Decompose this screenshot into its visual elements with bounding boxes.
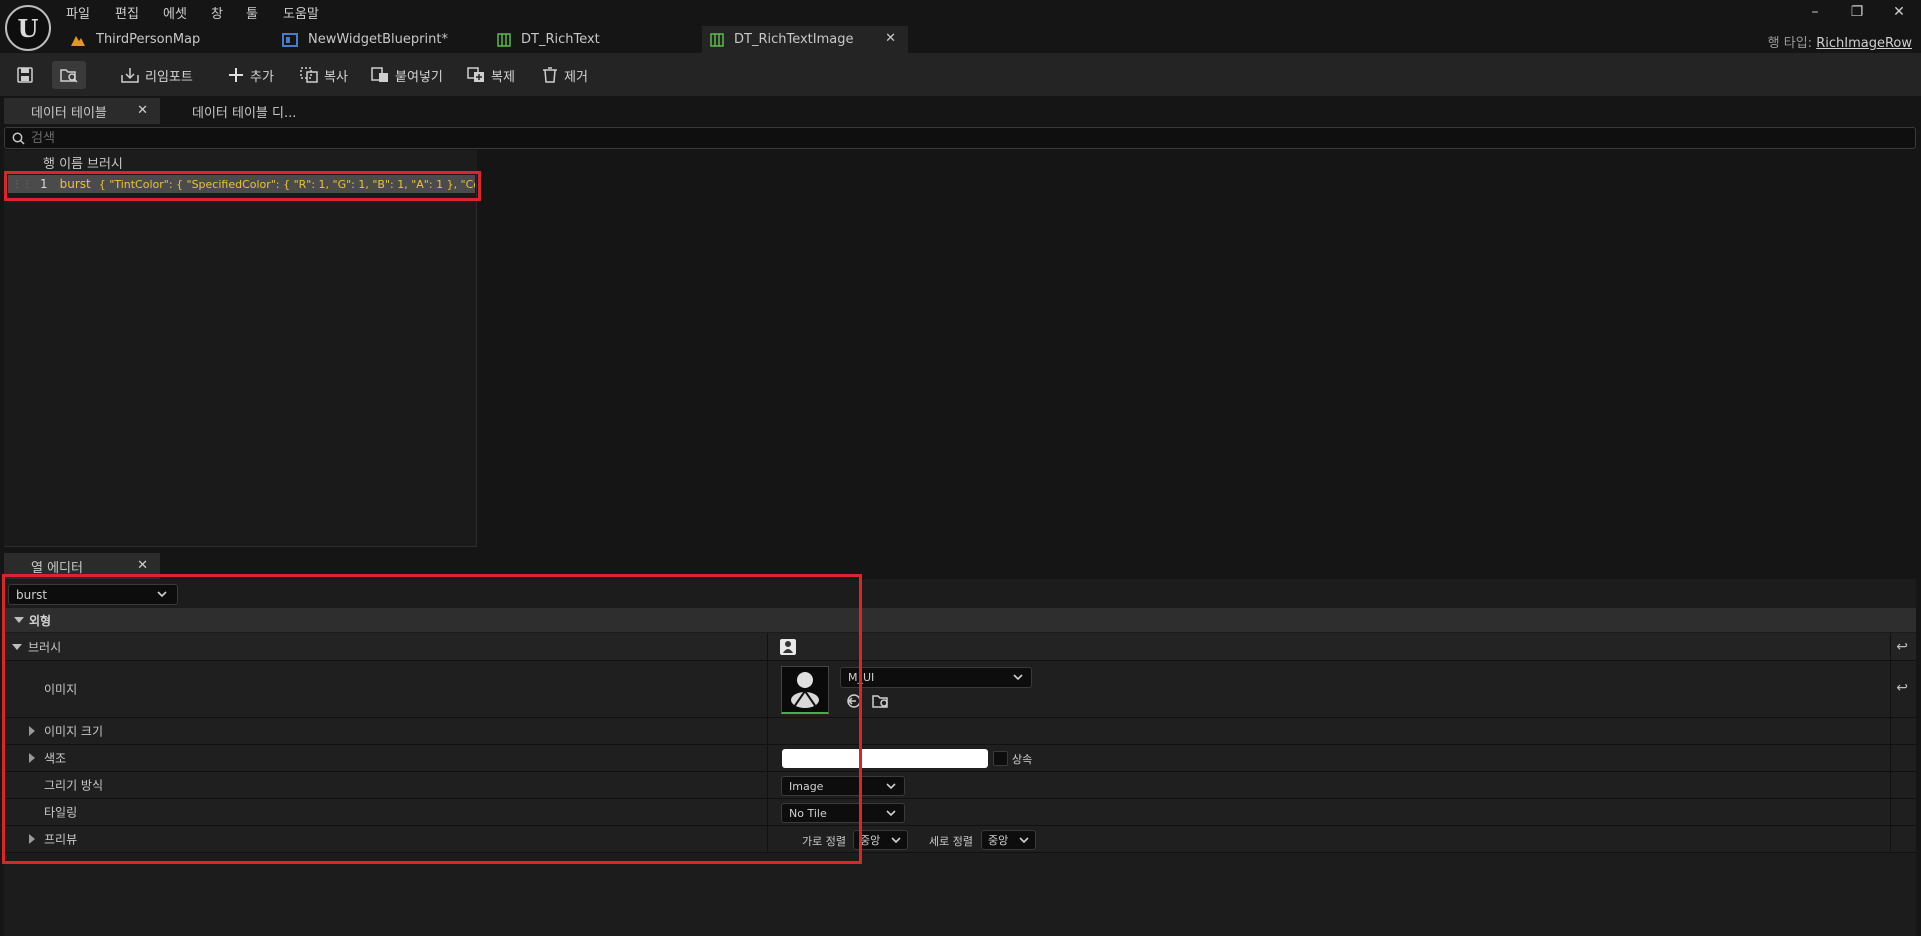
save-icon[interactable]	[8, 61, 42, 89]
reset-to-default-icon[interactable]: ↩	[1896, 639, 1908, 655]
data-table-grid	[4, 150, 477, 547]
row-type-label: 행 타입:	[1767, 36, 1813, 51]
plus-icon	[228, 67, 244, 83]
tab-label: 열 에디터	[31, 560, 83, 576]
minimize-icon[interactable]: –	[1802, 2, 1828, 22]
doc-tab-label: NewWidgetBlueprint*	[308, 32, 448, 47]
copy-button[interactable]: 복사	[300, 62, 348, 88]
data-table-icon	[497, 32, 511, 47]
close-window-icon[interactable]: ✕	[1886, 2, 1912, 22]
v-align-combo[interactable]: 중앙	[981, 830, 1036, 850]
highlight-box	[4, 171, 481, 201]
doc-tab-label: DT_RichTextImage	[734, 32, 854, 47]
table-header: 행 이름 브러시	[4, 150, 477, 172]
menu-asset[interactable]: 에셋	[163, 3, 187, 22]
doc-tab-dt-richtext[interactable]: DT_RichText	[497, 26, 677, 53]
remove-button[interactable]: 제거	[542, 62, 588, 88]
level-map-icon	[70, 33, 86, 47]
data-table-icon	[710, 32, 724, 47]
menu-file[interactable]: 파일	[66, 3, 90, 22]
close-tab-icon[interactable]: ✕	[137, 558, 148, 573]
search-bar[interactable]	[4, 127, 1916, 149]
chevron-down-icon	[886, 782, 896, 790]
chevron-down-icon	[1013, 674, 1023, 681]
paste-label: 붙여넣기	[395, 69, 443, 85]
search-icon	[12, 132, 25, 145]
v-align-value: 중앙	[988, 834, 1009, 847]
reimport-button[interactable]: 리임포트	[121, 62, 193, 88]
toolbar	[0, 53, 1921, 96]
search-input[interactable]	[31, 130, 1915, 146]
chevron-down-icon	[1019, 836, 1029, 844]
reimport-label: 리임포트	[145, 69, 193, 85]
paste-button[interactable]: 붙여넣기	[371, 62, 443, 88]
copy-label: 복사	[324, 69, 348, 85]
browse-asset-icon[interactable]	[872, 693, 890, 709]
menu-tools[interactable]: 툴	[246, 3, 258, 22]
copy-icon	[300, 67, 318, 83]
chevron-down-icon	[891, 836, 901, 844]
tab-label: 데이터 테이블	[31, 105, 107, 121]
close-tab-icon[interactable]: ✕	[137, 103, 148, 118]
widget-blueprint-icon	[282, 32, 298, 47]
column-header-brush[interactable]: 브러시	[87, 153, 123, 172]
doc-tab-thirdpersonmap[interactable]: ThirdPersonMap	[70, 26, 260, 53]
tab-label: 데이터 테이블 디...	[192, 105, 297, 121]
menu-edit[interactable]: 편집	[115, 3, 139, 22]
add-button[interactable]: 추가	[228, 62, 274, 88]
paste-icon	[371, 67, 389, 83]
unreal-logo-icon[interactable]: U	[5, 5, 51, 51]
duplicate-icon	[467, 67, 485, 83]
menu-help[interactable]: 도움말	[283, 3, 319, 22]
menu-window[interactable]: 창	[211, 3, 223, 22]
v-align-label: 세로 정렬	[929, 835, 973, 848]
h-align-value: 중앙	[860, 834, 881, 847]
remove-label: 제거	[564, 69, 588, 85]
restore-icon[interactable]: ❐	[1844, 2, 1870, 22]
doc-tab-dt-richtextimage[interactable]: DT_RichTextImage ✕	[702, 26, 908, 53]
reimport-icon	[121, 67, 139, 83]
add-label: 추가	[250, 69, 274, 85]
trash-icon	[542, 67, 558, 83]
image-asset-combo[interactable]: M_UI	[840, 667, 1032, 688]
tab-data-table[interactable]: 데이터 테이블 ✕	[4, 98, 160, 124]
tab-data-table-diff[interactable]: 데이터 테이블 디...	[162, 98, 362, 124]
row-type-link[interactable]: RichImageRow	[1816, 36, 1912, 51]
chevron-down-icon	[886, 809, 896, 817]
inherit-label: 상속	[1012, 753, 1033, 766]
reset-to-default-icon[interactable]: ↩	[1896, 680, 1908, 696]
doc-tab-label: ThirdPersonMap	[96, 32, 201, 47]
browse-asset-icon[interactable]	[52, 61, 86, 89]
close-tab-icon[interactable]: ✕	[885, 31, 896, 46]
column-header-row-name[interactable]: 행 이름	[43, 153, 83, 172]
doc-tab-newwidgetblueprint[interactable]: NewWidgetBlueprint*	[282, 26, 482, 53]
duplicate-label: 복제	[491, 69, 515, 85]
row-type-indicator: 행 타입: RichImageRow	[1768, 32, 1912, 51]
duplicate-button[interactable]: 복제	[467, 62, 515, 88]
inherit-checkbox[interactable]	[993, 751, 1008, 766]
doc-tab-label: DT_RichText	[521, 32, 600, 47]
highlight-box	[2, 574, 862, 864]
